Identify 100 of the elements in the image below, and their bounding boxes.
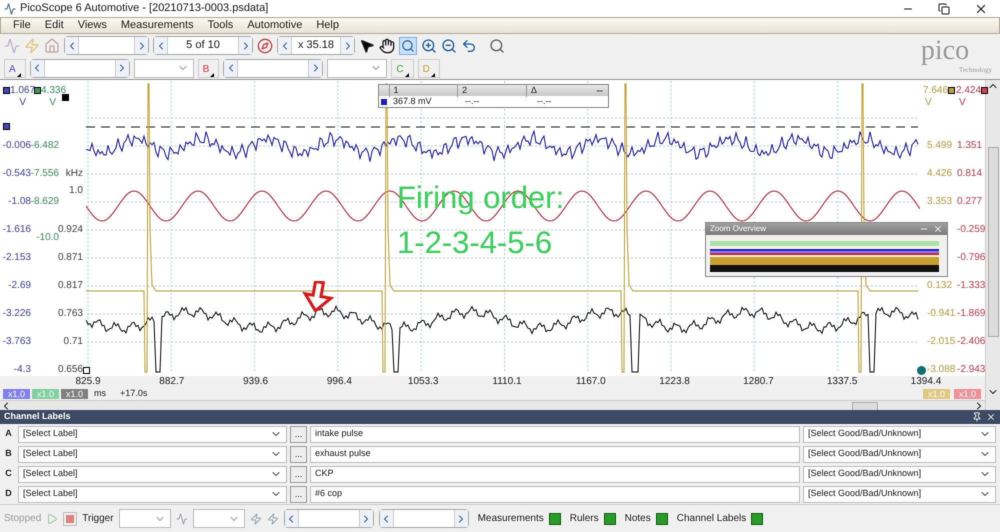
previous-button[interactable] — [30, 60, 45, 76]
panel-title: Zoom Overview — [710, 223, 766, 235]
compass-icon[interactable] — [257, 38, 273, 54]
spin-field[interactable] — [378, 509, 469, 528]
next-button[interactable] — [114, 60, 129, 76]
next-button[interactable] — [340, 37, 354, 54]
vertical-scrollbar[interactable] — [985, 80, 1000, 410]
toggle-button[interactable] — [656, 512, 668, 524]
axis-tick-label: -1.616 — [2, 223, 31, 237]
zoom-out-icon[interactable] — [441, 38, 457, 54]
status-dropdown[interactable]: [Select Good/Bad/Unknown] — [803, 446, 996, 462]
spin-field[interactable] — [284, 509, 374, 528]
toggle-button[interactable] — [548, 512, 561, 524]
axis-tick-label: -0.259 — [957, 223, 986, 237]
more-button[interactable]: ... — [290, 486, 307, 502]
status-dropdown[interactable]: [Select Good/Bad/Unknown] — [803, 426, 996, 442]
axis-tick-label: 1394.4 — [910, 376, 942, 388]
next-button[interactable] — [454, 510, 468, 527]
spin-value: x 35.18 — [298, 38, 334, 54]
range-field[interactable] — [223, 58, 324, 78]
toggle-button[interactable] — [751, 512, 764, 524]
toggle-label: Rulers — [570, 512, 599, 526]
zoom-factor-field[interactable]: x 35.18 — [277, 36, 355, 55]
axis-tick-label: 1223.8 — [658, 376, 691, 388]
next-button[interactable] — [308, 60, 322, 76]
dropdown-field[interactable] — [327, 58, 388, 78]
previous-button[interactable] — [380, 510, 394, 527]
more-button[interactable]: ... — [290, 426, 307, 442]
pointer-icon[interactable] — [359, 38, 375, 54]
menu-item[interactable]: Automotive — [247, 17, 302, 34]
next-button[interactable] — [134, 37, 148, 54]
buffer-navigator[interactable]: 5 of 10 — [153, 36, 253, 55]
axis-tick-label: 0.817 — [58, 279, 83, 293]
axis-tick-label: 825.9 — [74, 376, 102, 388]
status-dropdown[interactable]: [Select Good/Bad/Unknown] — [803, 466, 996, 482]
zoom-tool-button[interactable] — [399, 36, 417, 54]
ruler-handle-icon[interactable] — [917, 366, 926, 375]
menu-item[interactable]: Views — [78, 17, 107, 34]
note-field[interactable]: exhaust pulse — [310, 446, 800, 462]
axis-unit-label: V — [19, 96, 26, 110]
previous-button[interactable] — [278, 37, 292, 54]
axis-tick-label: -2.406 — [957, 335, 986, 349]
dropdown-field[interactable] — [192, 509, 245, 528]
scale-badge[interactable]: x1.0 — [61, 389, 88, 399]
menu-item[interactable]: Measurements — [120, 17, 194, 34]
horizontal-scrollbar[interactable] — [0, 400, 985, 411]
previous-button[interactable] — [65, 37, 79, 54]
scrollbar-thumb[interactable] — [988, 147, 998, 337]
note-field[interactable]: CKP — [310, 466, 800, 482]
axis-tick-label: -0.796 — [957, 251, 986, 265]
dropdown-field[interactable] — [118, 509, 171, 528]
menu-item[interactable]: Help — [316, 17, 339, 34]
trigger-marker-icon — [3, 123, 10, 130]
axis-tick-label: 0.277 — [957, 195, 982, 209]
label-dropdown[interactable]: [Select Label] — [18, 426, 287, 442]
axis-tick-label: -7.556 — [30, 167, 59, 181]
label-dropdown[interactable]: [Select Label] — [18, 466, 287, 482]
scrollbar-thumb[interactable] — [852, 402, 878, 410]
spin-field[interactable] — [64, 36, 149, 55]
axis-tick-label: 882.7 — [158, 376, 186, 388]
axis-max-label: 7.646 — [923, 84, 948, 98]
axis-tick-label: -2.943 — [957, 363, 986, 377]
restore-icon[interactable] — [938, 2, 950, 14]
previous-button[interactable] — [224, 60, 238, 76]
range-field[interactable] — [30, 58, 130, 78]
axis-tick-label: 1053.3 — [406, 376, 440, 388]
menu-item[interactable]: Tools — [208, 17, 234, 34]
close-icon[interactable] — [986, 412, 996, 422]
axis-max-label: 1.0 — [69, 184, 83, 198]
label-dropdown[interactable]: [Select Label] — [18, 446, 287, 462]
channel-marker-icon — [62, 94, 69, 101]
axis-tick-label: 1167.0 — [574, 376, 607, 388]
axis-tick-label: -1.333 — [957, 279, 986, 293]
menu-item[interactable]: Edit — [44, 17, 64, 34]
axis-tick-label: 1337.5 — [826, 376, 858, 388]
note-field[interactable]: intake pulse — [310, 426, 800, 442]
dropdown-field[interactable] — [134, 58, 194, 78]
zoom-fit-icon[interactable] — [489, 38, 505, 54]
note-field[interactable]: #6 cop — [310, 486, 800, 502]
label-dropdown[interactable]: [Select Label] — [18, 486, 287, 502]
channel-marker-icon — [3, 87, 10, 94]
next-button[interactable] — [358, 510, 373, 527]
previous-button[interactable] — [154, 37, 168, 54]
menu-item[interactable]: File — [13, 17, 31, 34]
pin-icon[interactable] — [972, 412, 982, 422]
previous-button[interactable] — [284, 510, 299, 527]
axis-tick-label: -2.153 — [2, 251, 31, 265]
stop-button[interactable] — [63, 512, 78, 526]
more-button[interactable]: ... — [290, 466, 307, 482]
status-dropdown[interactable]: [Select Good/Bad/Unknown] — [803, 486, 996, 502]
undo-icon[interactable] — [461, 38, 477, 54]
toggle-button[interactable] — [604, 512, 616, 524]
spin-value: 5 of 10 — [186, 38, 220, 54]
next-button[interactable] — [238, 37, 252, 54]
axis-tick-label: -0.543 — [2, 167, 31, 181]
hand-icon[interactable] — [379, 38, 395, 54]
axis-tick-label: -2.015 — [927, 335, 956, 349]
table-cell-text: 367.8 mV — [392, 94, 433, 108]
zoom-in-icon[interactable] — [421, 38, 437, 54]
more-button[interactable]: ... — [290, 446, 307, 462]
